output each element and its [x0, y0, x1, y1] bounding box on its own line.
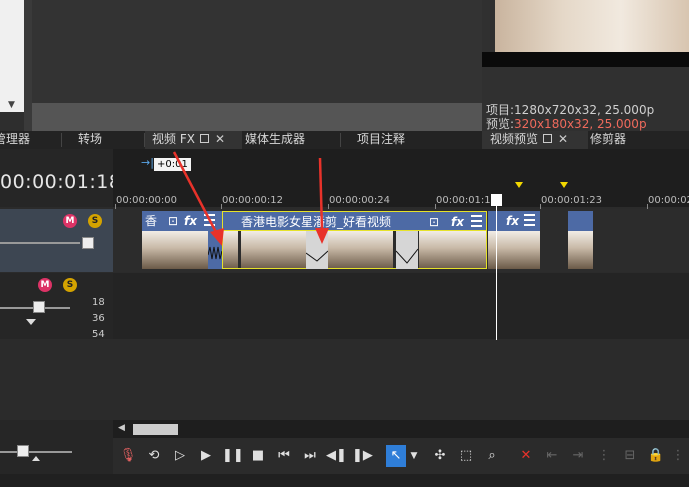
close-icon[interactable]: ✕ — [215, 132, 225, 146]
tab-video-fx[interactable]: 视频 FX ✕ — [145, 131, 242, 149]
audio-track-lane[interactable] — [113, 273, 689, 339]
ruler-tick-label: 00:00:00:12 — [222, 195, 284, 206]
solo-icon[interactable]: S — [88, 214, 102, 228]
preview-letterbox — [482, 52, 689, 67]
tab-video-preview[interactable]: 视频预览 ✕ — [482, 131, 588, 149]
chevron-down-icon[interactable]: ▼ — [408, 445, 420, 467]
ruler-tick-label: 00:00:02 — [648, 195, 689, 206]
menu-icon[interactable] — [524, 214, 535, 227]
annotation-arrow-icon — [315, 157, 329, 244]
level-slider-knob[interactable] — [82, 237, 94, 249]
panel-divider[interactable] — [24, 0, 32, 131]
master-slider-track[interactable] — [0, 451, 72, 453]
tab-label: 转场 — [78, 132, 103, 146]
trim-start-icon[interactable]: ⇤ — [542, 445, 562, 467]
scroll-down-icon[interactable]: ▼ — [8, 100, 15, 110]
pan-crop-icon[interactable]: ⊡ — [429, 212, 439, 230]
prev-frame-icon[interactable]: ◀❚ — [326, 445, 347, 467]
vertical-scrollbar[interactable]: ▼ — [0, 0, 25, 112]
marker-icon[interactable]: ⋮ — [668, 445, 688, 467]
close-icon[interactable]: ✕ — [558, 132, 568, 146]
loop-start-marker[interactable] — [515, 182, 523, 188]
db-mark: 36 — [92, 313, 105, 324]
solo-icon[interactable]: S — [63, 278, 77, 292]
clip-thumbnails[interactable] — [568, 231, 593, 269]
delete-icon[interactable]: ✕ — [516, 445, 536, 467]
envelope-tool-icon[interactable]: ✣ — [430, 445, 450, 467]
video-track-header[interactable]: M S — [0, 209, 113, 272]
selection-tool-icon[interactable]: ⬚ — [456, 445, 476, 467]
play-icon[interactable]: ▶ — [196, 445, 216, 467]
loop-icon[interactable]: ⟲ — [144, 445, 164, 467]
tab-trimmer[interactable]: 修剪器 — [590, 131, 626, 149]
stop-icon[interactable]: ■ — [248, 445, 268, 467]
panel-content — [32, 0, 482, 103]
panel-footer — [32, 103, 482, 131]
fx-icon[interactable]: fx — [506, 211, 519, 231]
preview-value: 320x180x32, 25.000p — [514, 117, 647, 131]
play-from-start-icon[interactable]: ▷ — [170, 445, 190, 467]
next-frame-icon[interactable]: ❚▶ — [352, 445, 373, 467]
ruler-tick-label: 00:00:01:10 — [436, 195, 498, 206]
tab-manager[interactable]: 管理器 — [0, 131, 30, 149]
current-timecode: 00:00:01:18 — [0, 171, 122, 193]
pan-down-icon[interactable] — [26, 319, 36, 325]
clip-header[interactable]: 香港电影女星潘剪_好看视频 ⊡ fx — [222, 211, 487, 231]
preview-info: 预览:320x180x32, 25.000p — [486, 115, 647, 132]
fx-icon[interactable]: fx — [451, 212, 464, 230]
volume-slider-knob[interactable] — [33, 301, 45, 313]
db-mark: 54 — [92, 329, 105, 340]
preview-frame — [495, 0, 689, 52]
loop-end-marker[interactable] — [560, 182, 568, 188]
horizontal-scrollbar[interactable] — [113, 420, 689, 438]
tab-project-notes[interactable]: 项目注释 — [357, 131, 405, 149]
db-mark: 18 — [92, 297, 105, 308]
go-to-end-icon[interactable]: ⏭ — [300, 445, 320, 467]
normal-edit-tool-icon[interactable]: ↖ — [386, 445, 406, 467]
float-icon[interactable] — [199, 134, 209, 143]
audio-track-header[interactable]: M S 18 36 54 — [0, 273, 113, 340]
tab-bar: 管理器 转场 视频 FX ✕ 媒体生成器 项目注释 视频预览 ✕ 修剪器 — [0, 131, 689, 149]
float-icon[interactable] — [543, 134, 553, 143]
level-slider-track[interactable] — [0, 242, 80, 244]
lock-icon[interactable]: 🔒 — [646, 445, 666, 467]
trim-icon[interactable]: ⊟ — [620, 445, 640, 467]
pause-icon[interactable]: ❚❚ — [222, 445, 244, 467]
split-icon[interactable]: ⋮ — [594, 445, 614, 467]
tab-media-generators[interactable]: 媒体生成器 — [245, 131, 305, 149]
annotation-arrow-icon — [172, 151, 224, 246]
trim-end-icon[interactable]: ⇥ — [568, 445, 588, 467]
tab-label: 修剪器 — [590, 132, 627, 146]
master-slider-knob[interactable] — [17, 445, 29, 457]
rate-up-icon[interactable] — [32, 456, 40, 461]
clip-title: 香港电影女星潘剪_好看视频 — [241, 215, 392, 229]
tab-label: 管理器 — [0, 132, 31, 146]
tab-label: 项目注释 — [357, 132, 406, 146]
scroll-left-icon[interactable]: ◀ — [118, 423, 125, 433]
mute-icon[interactable]: M — [38, 278, 52, 292]
record-icon[interactable]: 🎙 — [118, 445, 138, 467]
status-bar — [0, 474, 689, 487]
clip-thumbnails[interactable] — [222, 231, 487, 269]
tab-label: 媒体生成器 — [245, 132, 306, 146]
clip-title: 香 — [145, 214, 158, 228]
tab-label: 视频 FX — [152, 132, 195, 146]
timeline-empty-area[interactable] — [0, 340, 689, 420]
tab-transitions[interactable]: 转场 — [78, 131, 102, 149]
zoom-tool-icon[interactable]: ⌕ — [482, 445, 502, 467]
offset-arrow-icon: →| — [141, 156, 154, 169]
menu-icon[interactable] — [471, 215, 482, 228]
ruler-tick-label: 00:00:00:00 — [116, 195, 178, 206]
preview-label: 预览: — [486, 117, 515, 131]
transition-region[interactable] — [396, 231, 418, 269]
scrollbar-thumb[interactable] — [133, 424, 178, 435]
ruler-tick-label: 00:00:01:23 — [541, 195, 603, 206]
ruler-tick-label: 00:00:00:24 — [329, 195, 391, 206]
tab-label: 视频预览 — [490, 132, 539, 146]
go-to-start-icon[interactable]: ⏮ — [274, 445, 294, 467]
mute-icon[interactable]: M — [63, 214, 77, 228]
clip-header[interactable] — [568, 211, 593, 231]
